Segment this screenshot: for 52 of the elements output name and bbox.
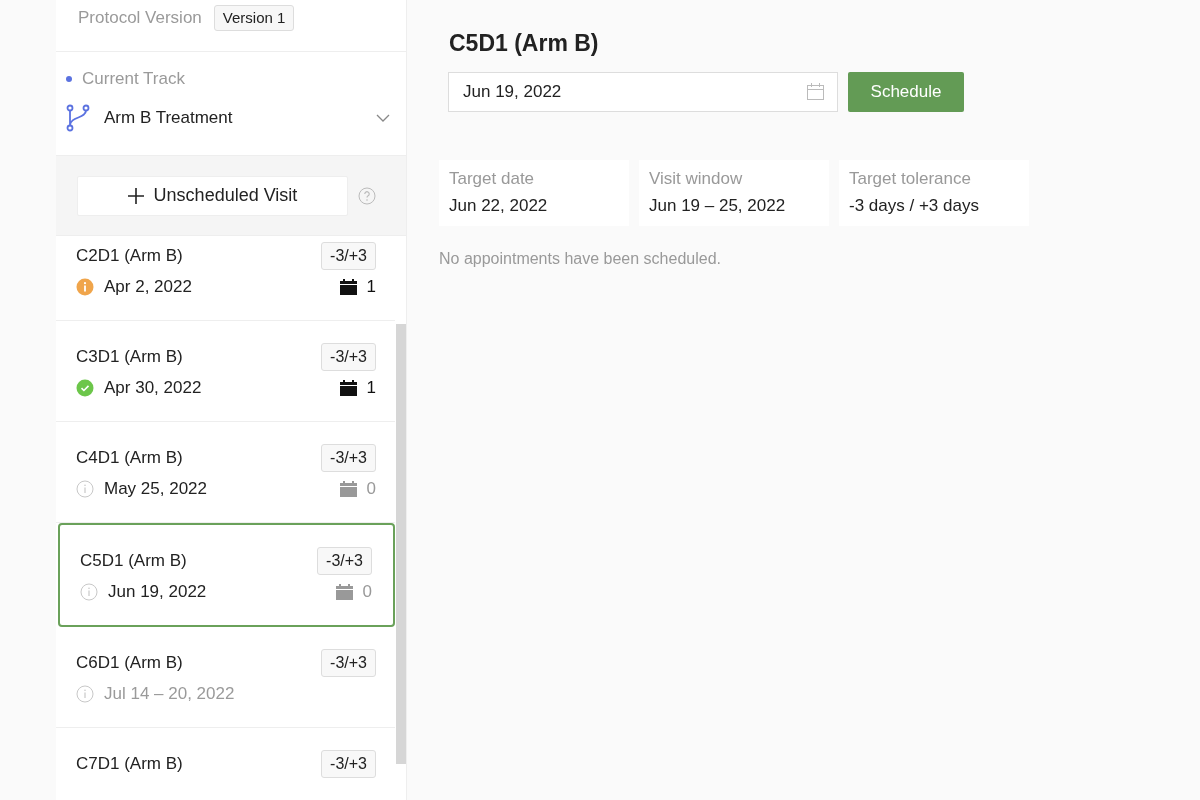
calendar-icon[interactable] xyxy=(807,83,824,100)
fact-label: Visit window xyxy=(649,169,744,189)
calendar-icon xyxy=(339,481,357,497)
chevron-icon[interactable] xyxy=(376,114,390,122)
info-icon xyxy=(76,685,94,703)
fact-value: -3 days / +3 days xyxy=(849,196,980,216)
visit-name: C5D1 (Arm B) xyxy=(80,551,187,571)
calendar-icon xyxy=(335,584,353,600)
visit-name: C2D1 (Arm B) xyxy=(76,246,183,266)
calendar-icon xyxy=(339,279,357,295)
appointment-count: 0 xyxy=(366,479,376,499)
check-icon xyxy=(76,379,94,397)
calendar-icon xyxy=(339,380,357,396)
tolerance-tag: -3/+3 xyxy=(321,649,376,677)
visit-name: C3D1 (Arm B) xyxy=(76,347,183,367)
track-dot xyxy=(66,76,72,82)
visit-name: C7D1 (Arm B) xyxy=(76,754,183,774)
visit-name: C4D1 (Arm B) xyxy=(76,448,183,468)
protocol-version-label: Protocol Version xyxy=(78,7,202,29)
appointment-count: 0 xyxy=(362,582,372,602)
fact-label: Target date xyxy=(449,169,536,189)
track-name[interactable]: Arm B Treatment xyxy=(104,108,362,128)
current-track-label: Current Track xyxy=(82,68,185,90)
fact-label: Target tolerance xyxy=(849,169,972,189)
appointment-count: 1 xyxy=(366,378,376,398)
visit-date: Apr 2, 2022 xyxy=(104,277,193,297)
scrollbar[interactable] xyxy=(396,324,406,764)
visit-card[interactable]: C5D1 (Arm B) -3/+3 Jun 19, 2022 0 xyxy=(58,523,395,627)
tolerance-tag: -3/+3 xyxy=(321,343,376,371)
tolerance-tag: -3/+3 xyxy=(321,444,376,472)
version-tag: Version 1 xyxy=(213,5,295,31)
visit-date: Jun 19, 2022 xyxy=(108,582,208,602)
visit-date: Jul 14 – 20, 2022 xyxy=(104,684,236,704)
tolerance-tag: -3/+3 xyxy=(321,750,376,778)
branch-icon xyxy=(66,104,90,132)
empty-message: No appointments have been scheduled. xyxy=(439,250,722,268)
plus-icon xyxy=(127,187,144,204)
tolerance-tag: -3/+3 xyxy=(317,547,372,575)
info-icon xyxy=(76,480,94,498)
visit-name: C6D1 (Arm B) xyxy=(76,653,183,673)
date-field[interactable]: Jun 19, 2022 xyxy=(448,72,838,112)
fact-value: Jun 19 – 25, 2022 xyxy=(649,196,787,216)
fact-value: Jun 22, 2022 xyxy=(449,196,549,216)
tolerance-tag: -3/+3 xyxy=(321,242,376,270)
unscheduled-visit-button[interactable]: Unscheduled Visit xyxy=(77,175,348,216)
info-icon xyxy=(80,583,98,601)
visit-date: Apr 30, 2022 xyxy=(104,378,203,398)
visit-title: C5D1 (Arm B) xyxy=(449,30,600,57)
appointment-count: 1 xyxy=(366,277,376,297)
visit-date: May 25, 2022 xyxy=(104,479,208,499)
warning-icon xyxy=(76,278,94,296)
help-icon[interactable] xyxy=(358,186,376,205)
